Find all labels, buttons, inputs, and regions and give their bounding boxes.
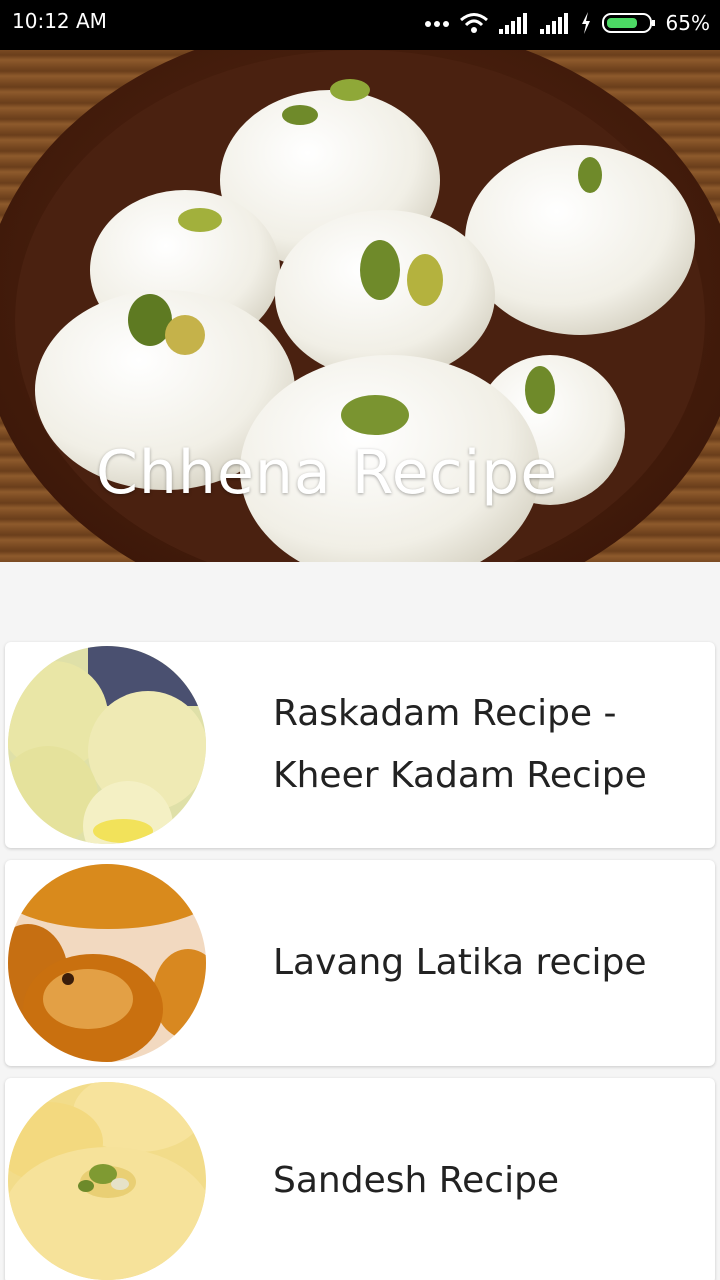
- wifi-icon: [459, 11, 489, 35]
- sandesh-image: [8, 1082, 206, 1280]
- battery-percentage: 65%: [665, 11, 710, 35]
- recipe-title: Raskadam Recipe - Kheer Kadam Recipe: [273, 693, 647, 796]
- raskadam-image: [8, 646, 206, 844]
- charging-icon: [580, 11, 592, 35]
- list-item[interactable]: Lavang Latika recipe: [5, 860, 715, 1066]
- recipe-title: Lavang Latika recipe: [273, 942, 647, 983]
- status-time: 10:12 AM: [12, 9, 107, 33]
- lavang-latika-image: [8, 864, 206, 1062]
- recipe-thumbnail: [8, 1082, 206, 1280]
- header-banner: Chhena Recipe: [0, 50, 720, 562]
- battery-icon: [601, 11, 657, 35]
- more-dots-icon: [424, 18, 450, 28]
- signal-icon: [498, 11, 530, 35]
- recipe-thumbnail: [8, 864, 206, 1062]
- signal-icon: [539, 11, 571, 35]
- page-title: Chhena Recipe: [96, 438, 559, 508]
- recipe-thumbnail: [8, 646, 206, 844]
- list-item[interactable]: Sandesh Recipe: [5, 1078, 715, 1280]
- recipe-title: Sandesh Recipe: [273, 1160, 560, 1201]
- status-icons: 65%: [424, 8, 710, 38]
- recipe-list[interactable]: Raskadam Recipe - Kheer Kadam Recipe Lav…: [0, 562, 720, 1280]
- list-item[interactable]: Raskadam Recipe - Kheer Kadam Recipe: [5, 642, 715, 848]
- status-bar: 10:12 AM 65%: [0, 0, 720, 50]
